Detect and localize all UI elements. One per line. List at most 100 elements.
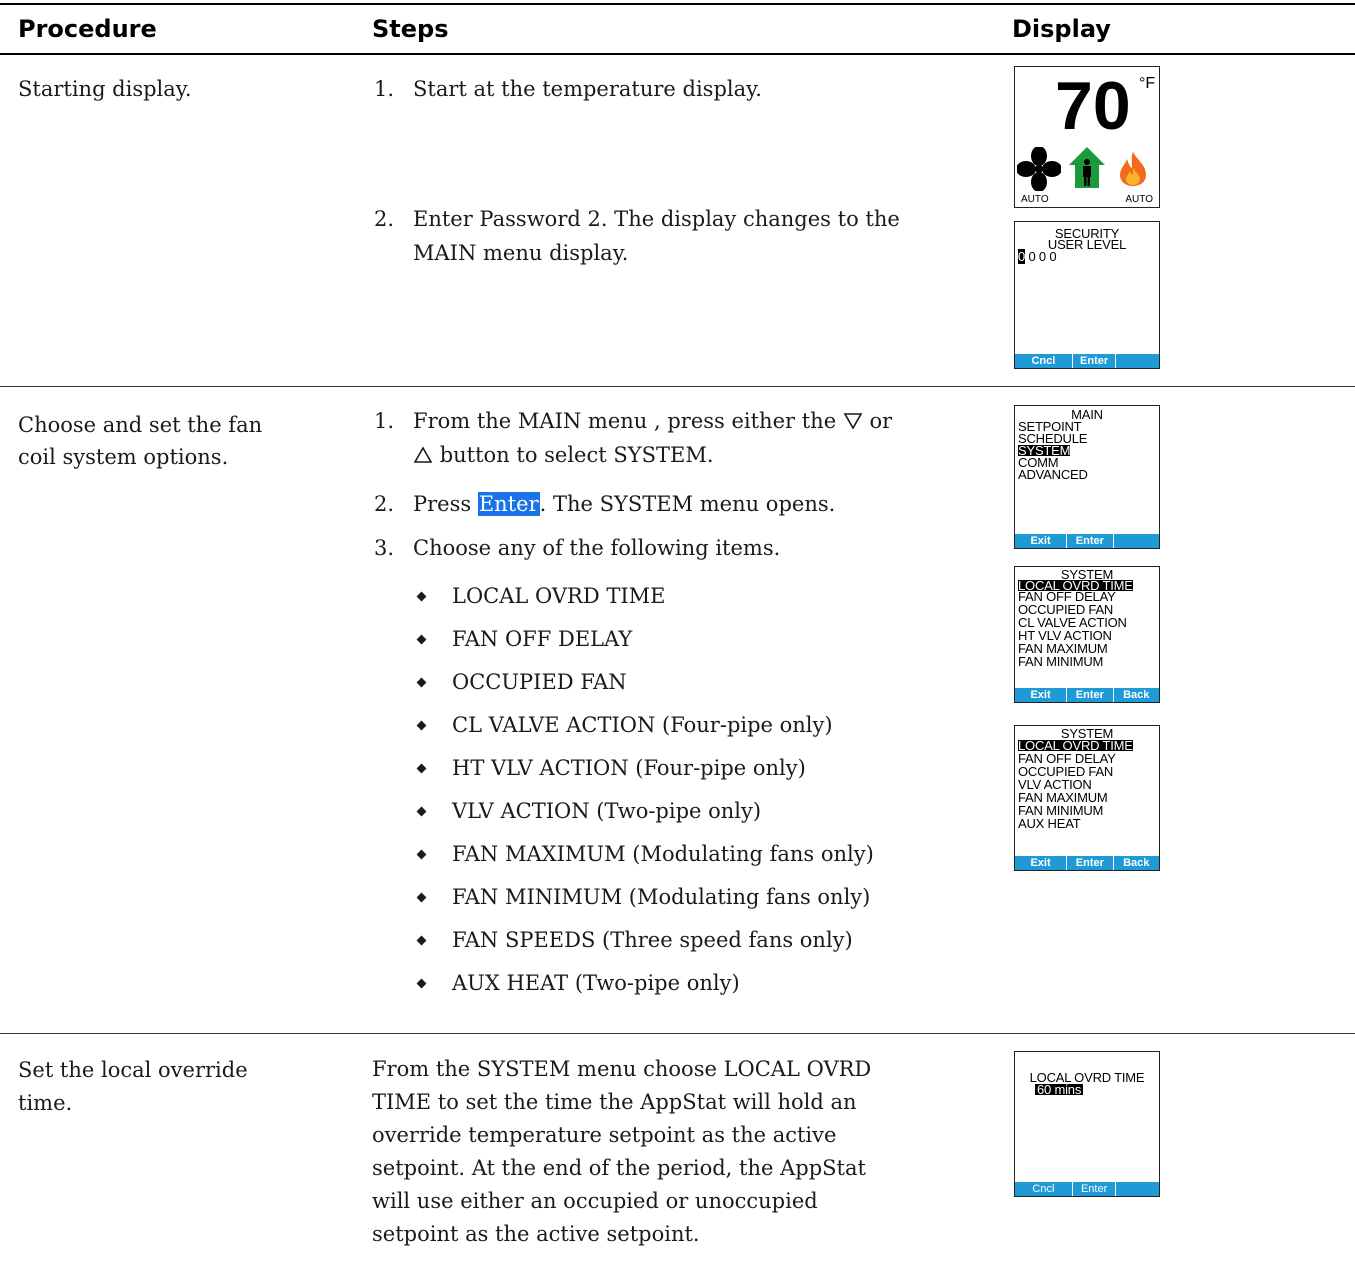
step-number: 2. [374,207,395,231]
softkey-back[interactable]: Back [1112,856,1159,870]
menu-item[interactable]: ADVANCED [1018,468,1088,481]
heat-mode-label: AUTO [1125,194,1153,205]
procedure-local-override: Set the local override [18,1058,248,1082]
step-text: MAIN menu display. [413,241,629,265]
menu-item[interactable]: FAN MAXIMUM [1018,642,1108,655]
down-arrow-icon [843,413,863,430]
softkey-bar: Exit Enter [1015,534,1159,548]
column-header-display: Display [1012,15,1111,43]
softkey-blank[interactable] [1115,1182,1159,1196]
password-code: 0 0 0 0 [1018,249,1057,264]
menu-item[interactable]: FAN OFF DELAY [1018,752,1116,765]
menu-item[interactable]: FAN MINIMUM [1018,655,1103,668]
highlighted-enter: Enter [477,492,540,516]
system-menu-screen-two-pipe: SYSTEM LOCAL OVRD TIME FAN OFF DELAY OCC… [1014,725,1160,871]
row-divider [0,1033,1355,1034]
description-line: From the SYSTEM menu choose LOCAL OVRD [372,1057,872,1081]
header-rule [0,53,1355,55]
fan-mode-label: AUTO [1021,194,1049,205]
softkey-enter[interactable]: Enter [1066,534,1112,548]
bullet-icon [416,677,427,688]
step-text: Start at the temperature display. [413,77,762,101]
bullet-icon [416,849,427,860]
system-menu-screen-four-pipe: SYSTEM LOCAL OVRD TIME FAN OFF DELAY OCC… [1014,566,1160,703]
list-item: FAN SPEEDS (Three speed fans only) [452,928,853,952]
step-number: 1. [374,77,395,101]
step-number: 1. [374,409,395,433]
bullet-icon [416,935,427,946]
softkey-bar: Exit Enter Back [1015,856,1159,870]
description-line: will use either an occupied or unoccupie… [372,1189,818,1213]
softkey-enter[interactable]: Enter [1066,688,1112,702]
menu-item[interactable]: HT VLV ACTION [1018,629,1112,642]
bullet-icon [416,591,427,602]
procedure-starting-display: Starting display. [18,77,192,101]
list-item: VLV ACTION (Two-pipe only) [452,799,762,823]
description-line: TIME to set the time the AppStat will ho… [372,1090,857,1114]
softkey-bar: Exit Enter Back [1015,688,1159,702]
list-item: LOCAL OVRD TIME [452,584,666,608]
temperature-display-screen: 70 °F AUTO AUTO [1014,66,1160,208]
table-top-rule [0,3,1355,5]
step-text: Press Enter. The SYSTEM menu opens. [413,492,836,516]
list-item: HT VLV ACTION (Four-pipe only) [452,756,806,780]
override-time-value[interactable]: 60 mins [1035,1083,1084,1096]
step-text: button to select SYSTEM. [413,440,714,470]
softkey-bar: Cncl Enter [1015,354,1159,368]
menu-item[interactable]: FAN MINIMUM [1018,804,1103,817]
bullet-icon [416,763,427,774]
softkey-exit[interactable]: Exit [1015,856,1066,870]
menu-item[interactable]: FAN OFF DELAY [1018,590,1116,603]
menu-item[interactable]: AUX HEAT [1018,817,1081,830]
menu-item[interactable]: VLV ACTION [1018,778,1092,791]
bullet-icon [416,978,427,989]
step-number: 3. [374,536,395,560]
softkey-blank[interactable] [1115,354,1159,368]
bullet-icon [416,892,427,903]
bullet-icon [416,720,427,731]
fan-icon [1017,147,1061,191]
main-menu-screen: MAIN SETPOINT SCHEDULE SYSTEM COMM ADVAN… [1014,405,1160,549]
bullet-icon [416,634,427,645]
menu-item[interactable]: OCCUPIED FAN [1018,603,1113,616]
list-item: OCCUPIED FAN [452,670,627,694]
step-text: Enter Password 2. The display changes to… [413,207,900,231]
local-override-time-screen: LOCAL OVRD TIME 60 mins Cncl Enter [1014,1051,1160,1197]
procedure-fan-coil: Choose and set the fan [18,413,263,437]
step-text: Choose any of the following items. [413,536,781,560]
procedure-fan-coil: coil system options. [18,445,229,469]
menu-item[interactable]: CL VALVE ACTION [1018,616,1127,629]
description-line: setpoint as the active setpoint. [372,1222,700,1246]
flame-icon [1120,152,1146,186]
list-item: AUX HEAT (Two-pipe only) [452,971,740,995]
occupied-house-icon [1069,147,1105,188]
menu-item[interactable]: FAN MAXIMUM [1018,791,1108,804]
step-text: From the MAIN menu , press either the or [413,409,893,433]
bullet-icon [416,806,427,817]
cursor-digit: 0 [1018,249,1026,264]
menu-item-selected[interactable]: LOCAL OVRD TIME [1018,739,1133,752]
description-line: setpoint. At the end of the period, the … [372,1156,866,1180]
softkey-exit[interactable]: Exit [1015,688,1066,702]
description-line: override temperature setpoint as the act… [372,1123,837,1147]
softkey-enter[interactable]: Enter [1071,354,1116,368]
list-item: FAN MAXIMUM (Modulating fans only) [452,842,874,866]
list-item: FAN MINIMUM (Modulating fans only) [452,885,871,909]
softkey-cancel[interactable]: Cncl [1015,1182,1072,1196]
temperature-unit: °F [1139,75,1156,92]
security-screen: SECURITY USER LEVEL 0 0 0 0 Cncl Enter [1014,221,1160,369]
row-divider [0,386,1355,387]
softkey-exit[interactable]: Exit [1015,534,1066,548]
list-item: FAN OFF DELAY [452,627,633,651]
column-header-steps: Steps [372,15,449,43]
temperature-value: 70 [1055,68,1131,144]
softkey-cancel[interactable]: Cncl [1015,354,1072,368]
menu-item[interactable]: OCCUPIED FAN [1018,765,1113,778]
column-header-procedure: Procedure [18,15,157,43]
softkey-enter[interactable]: Enter [1071,1182,1116,1196]
step-number: 2. [374,492,395,516]
softkey-blank[interactable] [1112,534,1159,548]
softkey-back[interactable]: Back [1112,688,1159,702]
softkey-enter[interactable]: Enter [1066,856,1112,870]
procedure-local-override: time. [18,1091,73,1115]
